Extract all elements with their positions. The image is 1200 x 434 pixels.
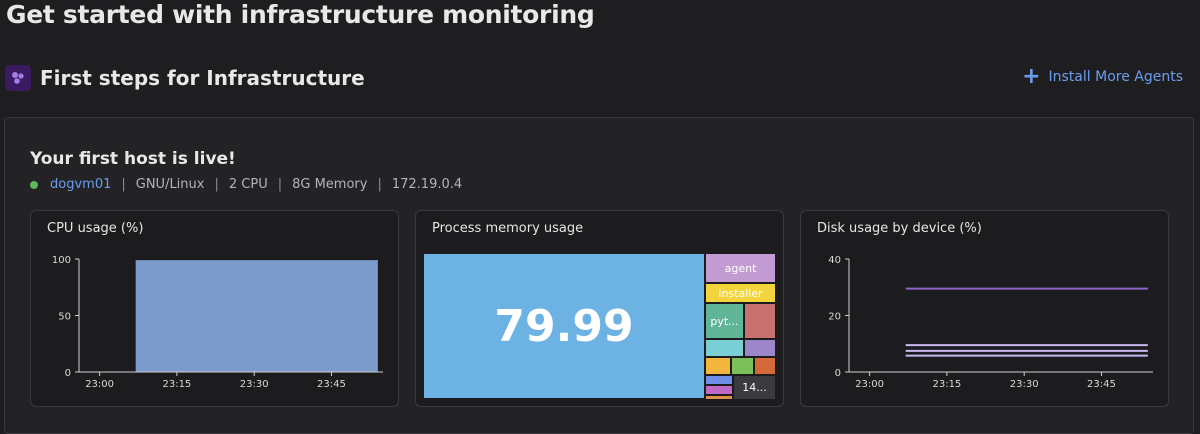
x-tick-label: 23:30 [1010,379,1039,390]
x-tick-label: 23:30 [240,379,269,390]
y-tick-label: 100 [52,255,71,266]
y-tick-label: 0 [65,368,71,379]
y-tick-label: 50 [58,312,71,323]
cpu-area [135,260,378,372]
hexagon-nodes-icon [5,65,31,91]
process-memory-widget[interactable]: Process memory usage 79.99 agent installer… [415,210,784,407]
y-tick-label: 20 [828,312,841,323]
y-tick-label: 0 [835,368,841,379]
y-tick-label: 40 [828,255,841,266]
treemap-cell[interactable]: installer [706,284,775,302]
x-tick-label: 23:00 [855,379,884,390]
treemap-cell[interactable] [706,340,743,356]
treemap-cell[interactable] [706,358,730,374]
install-more-agents-link[interactable]: + Install More Agents [1022,64,1183,89]
section-title: First steps for Infrastructure [40,66,365,90]
host-title: Your first host is live! [30,149,236,169]
treemap-cell[interactable]: pyt... [706,304,743,338]
section-header: First steps for Infrastructure [5,63,365,93]
cpu-usage-chart: 0 50 100 23:00 23:15 23:30 23:45 [52,255,383,390]
treemap-cell-label: pyt... [710,314,739,328]
x-tick-label: 23:00 [85,379,114,390]
treemap-cell[interactable]: agent [706,254,775,282]
treemap-big-value: 79.99 [494,300,634,352]
treemap-cell-label: 14... [742,381,767,394]
x-tick-label: 23:45 [317,379,346,390]
x-tick-label: 23:45 [1087,379,1116,390]
x-tick-label: 23:15 [162,379,191,390]
treemap-cell[interactable] [706,386,732,394]
host-os: GNU/Linux [135,177,205,192]
host-memory: 8G Memory [292,177,368,192]
host-name-link[interactable]: dogvm01 [50,177,111,192]
cpu-usage-widget[interactable]: CPU usage (%) 0 50 100 23:00 23:15 23:30 23:45 [30,210,399,407]
first-host-panel: Your first host is live! dogvm01 | GNU/L… [4,117,1194,434]
treemap-cell-label: agent [724,261,757,275]
x-tick-label: 23:15 [932,379,961,390]
plus-icon: + [1022,64,1041,89]
page-title: Get started with infrastructure monitori… [6,0,595,29]
treemap-cell[interactable]: 14... [734,376,775,399]
disk-usage-chart: 0 20 40 23:00 23:15 23:30 23:45 [828,255,1153,390]
treemap-cell[interactable] [745,340,775,356]
status-dot-icon [30,180,38,189]
host-ip: 172.19.0.4 [391,177,463,192]
treemap-cell[interactable] [706,376,732,384]
disk-usage-widget[interactable]: Disk usage by device (%) 0 20 40 23:00 23:15… [800,210,1169,407]
host-cpu: 2 CPU [228,177,268,192]
host-meta: dogvm01 | GNU/Linux | 2 CPU | 8G Memory … [30,177,462,192]
install-more-agents-label: Install More Agents [1048,69,1183,85]
treemap-cell-label: installer [718,286,763,300]
treemap-cell[interactable] [755,358,775,374]
treemap-cell[interactable] [706,396,732,399]
widget-title: Process memory usage [432,221,584,236]
treemap-cell[interactable] [745,304,775,338]
treemap-main-cell[interactable]: 79.99 [424,254,704,398]
treemap-cell[interactable] [732,358,753,374]
